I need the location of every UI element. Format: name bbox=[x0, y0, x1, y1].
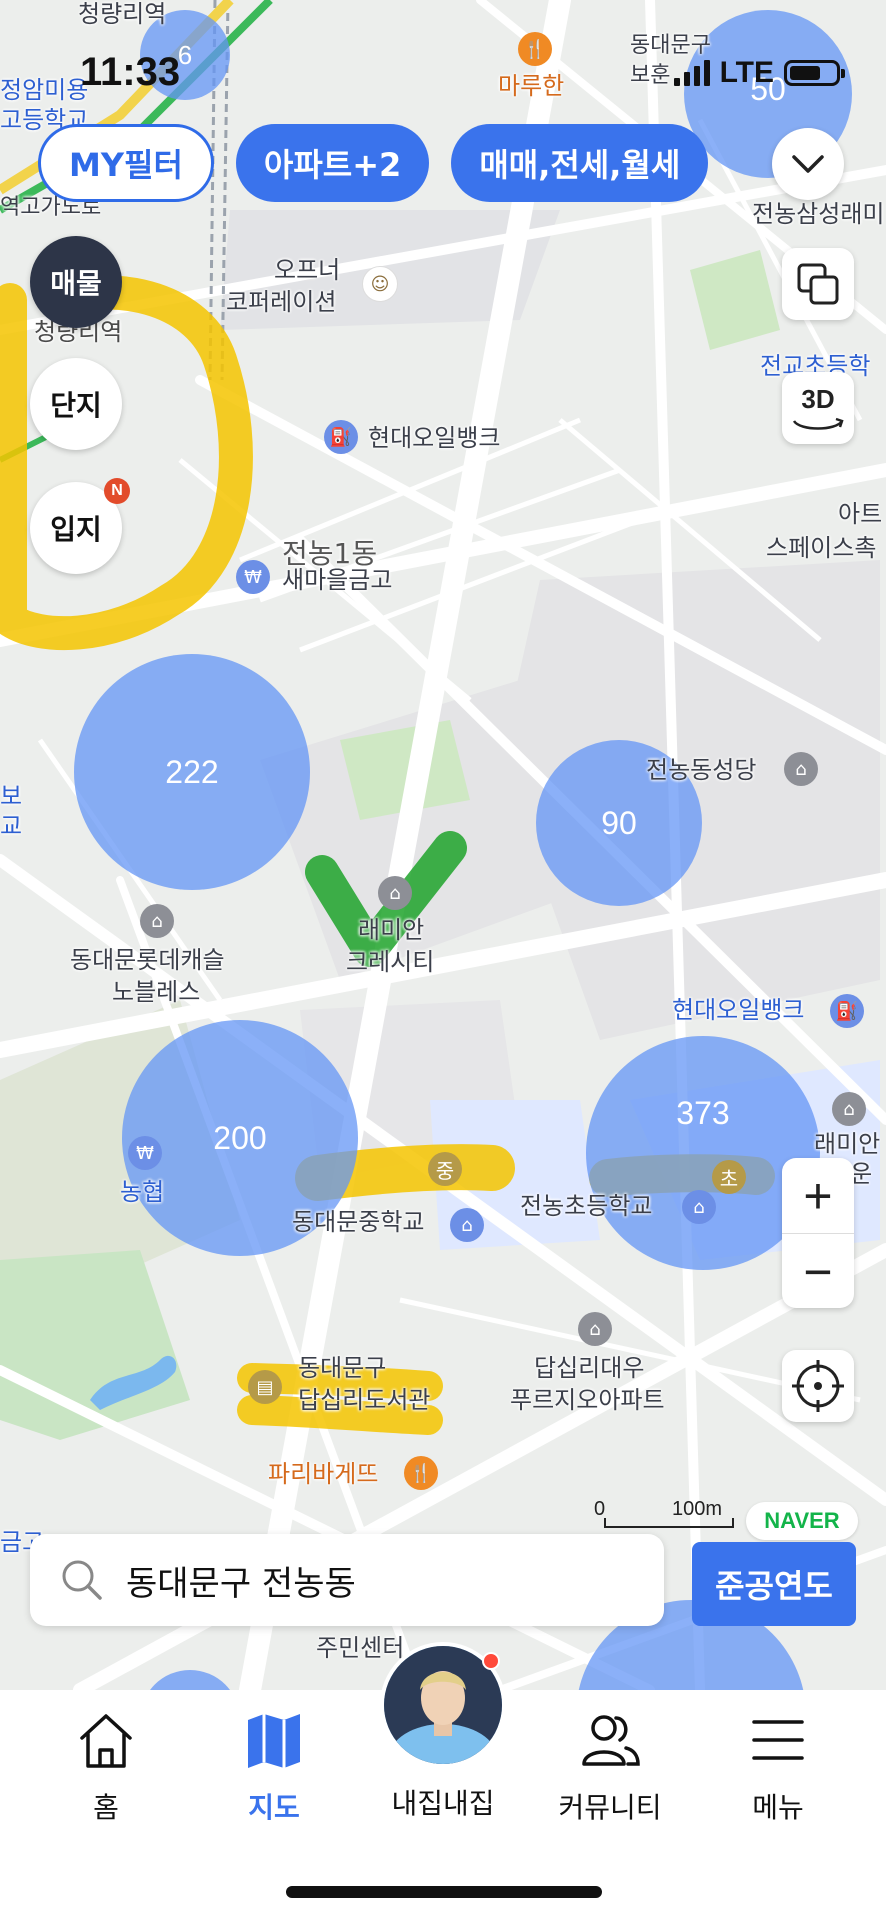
place-label: 새마을금고 bbox=[282, 566, 393, 594]
mode-location-label: 입지 bbox=[50, 513, 102, 546]
build-year-button[interactable]: 준공연도 bbox=[692, 1542, 856, 1626]
crosshair-icon bbox=[792, 1360, 844, 1412]
bank-icon: ₩ bbox=[236, 560, 270, 594]
place-label: 교 bbox=[0, 812, 23, 840]
new-badge: N bbox=[104, 478, 130, 504]
clock: 11:33 bbox=[80, 50, 181, 94]
rotate-icon bbox=[792, 417, 844, 430]
school-icon: 초 bbox=[712, 1160, 746, 1194]
cluster-marker[interactable]: 222 bbox=[74, 654, 310, 890]
map-icon bbox=[248, 1714, 300, 1768]
place-label: 답십리도서관 bbox=[298, 1386, 431, 1414]
my-location-button[interactable] bbox=[782, 1350, 854, 1422]
map-scale: 0 100m bbox=[594, 1498, 734, 1528]
search-query: 동대문구 전농동 bbox=[126, 1563, 356, 1604]
place-label: 오프너 bbox=[274, 256, 341, 284]
search-icon bbox=[62, 1560, 102, 1600]
place-label: 전농삼성래미 bbox=[752, 200, 885, 228]
nav-menu[interactable]: 메뉴 bbox=[708, 1710, 848, 1826]
place-label: 스페이스촉 bbox=[766, 534, 877, 562]
home-icon bbox=[80, 1714, 132, 1768]
school-icon: ⌂ bbox=[450, 1208, 484, 1242]
nav-myhome-label: 내집내집 bbox=[391, 1787, 495, 1820]
apartment-icon: ⌂ bbox=[378, 876, 412, 910]
nav-map[interactable]: 지도 bbox=[204, 1710, 344, 1826]
place-label: 래미안 bbox=[814, 1130, 881, 1158]
my-filter-chip[interactable]: MY필터 bbox=[38, 124, 214, 202]
mode-location-button[interactable]: 입지 N bbox=[30, 478, 130, 574]
hamburger-icon bbox=[752, 1720, 804, 1760]
bank-icon: ₩ bbox=[128, 1136, 162, 1170]
zoom-in-button[interactable]: + bbox=[782, 1158, 854, 1234]
place-label: 래미안 bbox=[358, 916, 425, 944]
place-label: 전농1동 bbox=[282, 537, 378, 570]
place-label: 농협 bbox=[120, 1178, 165, 1206]
place-label: 전농동성당 bbox=[646, 756, 757, 784]
nav-home-label: 홈 bbox=[93, 1791, 119, 1824]
signal-icon bbox=[673, 60, 710, 86]
gas-station-icon: ⛽ bbox=[830, 994, 864, 1028]
church-icon: ⌂ bbox=[784, 752, 818, 786]
apartment-icon: ⌂ bbox=[578, 1312, 612, 1346]
apartment-icon: ⌂ bbox=[832, 1092, 866, 1126]
3d-view-button[interactable]: 3D bbox=[782, 372, 854, 444]
layers-icon bbox=[797, 263, 839, 305]
nav-map-label: 지도 bbox=[248, 1791, 300, 1824]
place-label: 현대오일뱅크 bbox=[368, 424, 501, 452]
property-type-chip[interactable]: 아파트+2 bbox=[235, 124, 430, 202]
battery-icon bbox=[784, 60, 845, 86]
place-label: 보 bbox=[0, 782, 23, 810]
place-label: 노블레스 bbox=[112, 978, 201, 1006]
nav-community[interactable]: 커뮤니티 bbox=[540, 1710, 680, 1826]
zoom-out-button[interactable]: − bbox=[782, 1234, 854, 1309]
place-label: 푸르지오아파트 bbox=[510, 1386, 665, 1414]
place-label: 동대문중학교 bbox=[292, 1208, 425, 1236]
library-icon: ▤ bbox=[248, 1370, 282, 1404]
home-indicator bbox=[286, 1886, 602, 1898]
expand-filters-button[interactable] bbox=[772, 128, 844, 200]
place-label: 파리바게뜨 bbox=[268, 1460, 379, 1488]
nav-community-label: 커뮤니티 bbox=[558, 1791, 662, 1824]
gas-station-icon: ⛽ bbox=[324, 420, 358, 454]
status-indicators: LTE bbox=[673, 56, 845, 90]
restaurant-icon: 🍴 bbox=[404, 1456, 438, 1490]
place-label: 코퍼레이션 bbox=[226, 288, 337, 316]
3d-label: 3D bbox=[801, 383, 835, 414]
search-bar[interactable]: 동대문구 전농동 bbox=[30, 1534, 664, 1626]
mode-complex-button[interactable]: 단지 bbox=[30, 358, 122, 450]
zoom-control: + − bbox=[782, 1158, 854, 1308]
school-icon: 중 bbox=[428, 1152, 462, 1186]
nav-menu-label: 메뉴 bbox=[752, 1791, 804, 1824]
notification-dot bbox=[482, 1652, 500, 1670]
filter-chips: MY필터 아파트+2 매매,전세,월세 bbox=[38, 124, 709, 202]
place-label: 크레시티 bbox=[346, 948, 435, 976]
mode-listings-button[interactable]: 매물 bbox=[30, 236, 122, 328]
place-label: 동대문구 bbox=[298, 1354, 387, 1382]
deal-type-chip[interactable]: 매매,전세,월세 bbox=[451, 124, 709, 202]
school-icon: ⌂ bbox=[682, 1190, 716, 1224]
status-bar: 11:33 LTE bbox=[0, 42, 886, 102]
map-view[interactable]: 50 6 222 90 200 373 청량리역 정암미용 고등학교 역고가도로… bbox=[0, 0, 886, 1690]
place-label: 주민센터 bbox=[316, 1634, 405, 1662]
place-label: 동대문롯데캐슬 bbox=[70, 946, 225, 974]
place-label: 현대오일뱅크 bbox=[672, 996, 805, 1024]
layers-button[interactable] bbox=[782, 248, 854, 320]
place-label: 청량리역 bbox=[78, 0, 167, 28]
nav-home[interactable]: 홈 bbox=[36, 1710, 176, 1826]
people-icon bbox=[582, 1715, 640, 1766]
naver-logo: NAVER bbox=[746, 1502, 858, 1540]
apartment-icon: ⌂ bbox=[140, 904, 174, 938]
network-label: LTE bbox=[719, 56, 774, 89]
place-label: 전농초등학교 bbox=[520, 1192, 653, 1220]
theater-icon: ☺ bbox=[362, 266, 398, 302]
chevron-down-icon bbox=[792, 155, 824, 173]
place-label: 아트 bbox=[838, 500, 883, 528]
place-label: 답십리대우 bbox=[534, 1354, 645, 1382]
